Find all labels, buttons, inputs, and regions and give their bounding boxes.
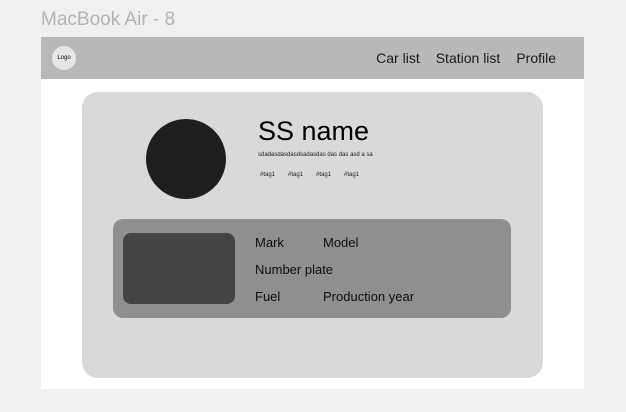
nav-links: Car list Station list Profile <box>376 37 556 79</box>
car-production-year-label: Production year <box>323 289 415 304</box>
app-frame: Logo Car list Station list Profile SS na… <box>41 37 584 389</box>
frame-title: MacBook Air - 8 <box>41 9 176 30</box>
station-avatar <box>146 119 226 199</box>
logo[interactable]: Logo <box>52 46 76 70</box>
car-info-panel[interactable]: Mark Model Number plate Fuel Production … <box>113 219 511 318</box>
station-name: SS name <box>258 116 370 146</box>
car-fuel-label: Fuel <box>255 289 281 304</box>
nav-link-profile[interactable]: Profile <box>516 50 556 66</box>
car-model-label: Model <box>323 235 359 250</box>
car-mark-label: Mark <box>255 235 284 250</box>
car-number-plate-label: Number plate <box>255 262 334 277</box>
top-navbar: Logo Car list Station list Profile <box>41 37 584 79</box>
tag[interactable]: #tag1 <box>260 172 275 178</box>
tag[interactable]: #tag1 <box>344 172 359 178</box>
station-tags: #tag1 #tag1 #tag1 #tag1 <box>260 172 359 178</box>
nav-link-station-list[interactable]: Station list <box>436 50 501 66</box>
station-description: sdadasdasdasdsadasdas das das asd a sa <box>258 152 373 158</box>
nav-link-car-list[interactable]: Car list <box>376 50 420 66</box>
station-profile-card: SS name sdadasdasdasdsadasdas das das as… <box>82 92 543 378</box>
car-image-placeholder <box>123 233 235 304</box>
tag[interactable]: #tag1 <box>288 172 303 178</box>
tag[interactable]: #tag1 <box>316 172 331 178</box>
